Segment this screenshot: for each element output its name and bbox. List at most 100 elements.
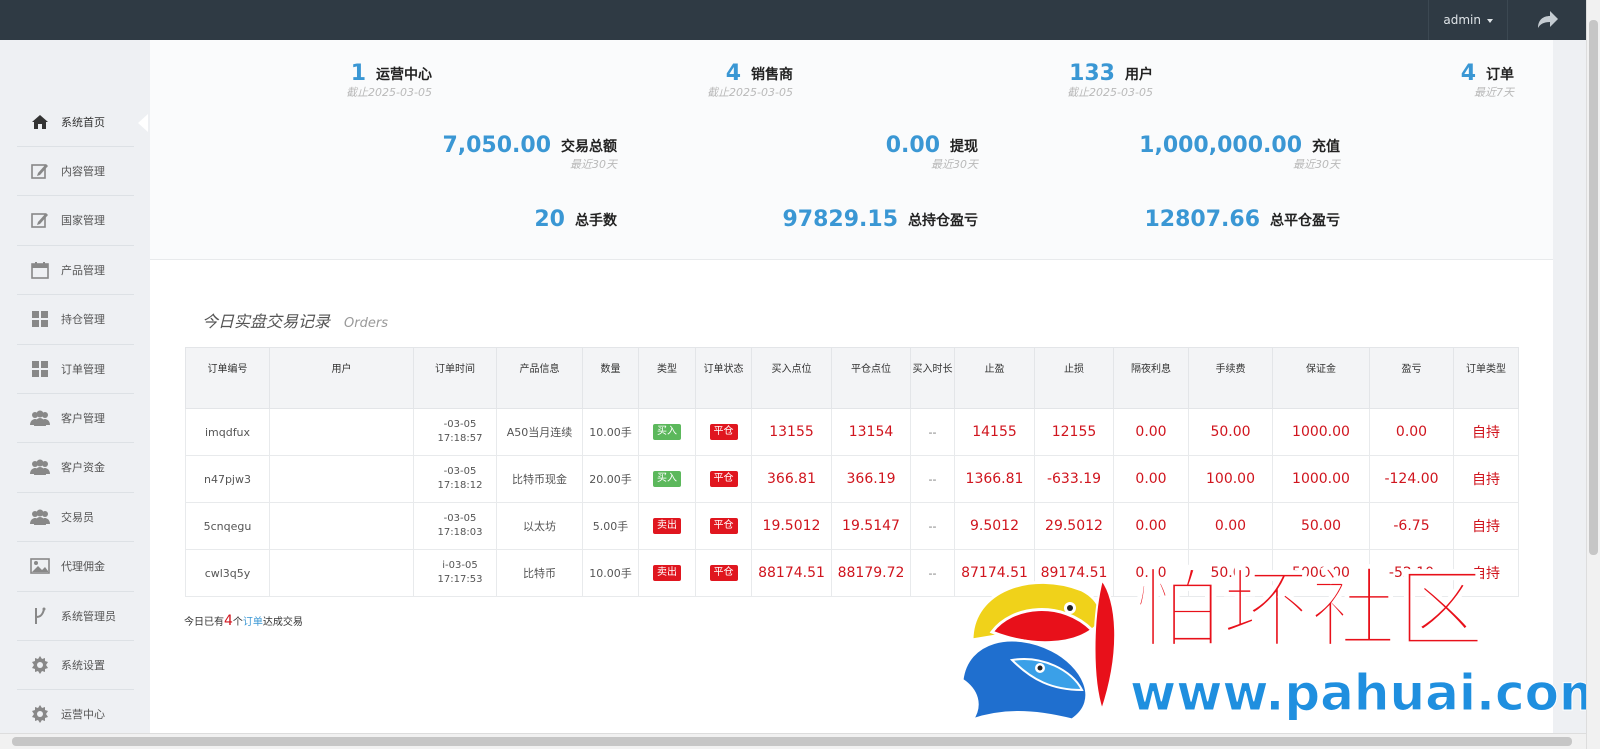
- sidebar-item-label: 国家管理: [61, 214, 105, 228]
- stat-subtitle: 最近30天: [570, 158, 617, 171]
- stat-value: 20: [534, 207, 565, 232]
- summary-suffix: 达成交易: [262, 617, 303, 628]
- stat-value: 4: [725, 61, 741, 86]
- stats-panel: 1 运营中心 截止2025-03-05 4 销售商 截止2025-03-05 133…: [150, 40, 1553, 260]
- table-header-row: 订单编号 用户 订单时间 产品信息 数量 类型 订单状态 买入点位 平仓点位 买入时长 止盈 止损 隔夜…: [185, 347, 1519, 409]
- vertical-scrollbar[interactable]: [1586, 0, 1600, 749]
- cell-stop-loss: 29.5012: [1034, 502, 1114, 550]
- order-time: 17:18:03: [437, 527, 483, 538]
- stat-closed-pnl: 12807.66 总平仓盈亏: [1144, 207, 1340, 232]
- cell-order-time: -03-05 17:18:57: [413, 408, 497, 456]
- stat-value: 1,000,000.00: [1139, 133, 1302, 158]
- order-time: 17:18:57: [437, 433, 483, 444]
- stat-value: 1: [350, 61, 366, 86]
- cell-order-id: n47pjw3: [185, 455, 270, 503]
- edit-icon: [29, 161, 51, 181]
- sidebar-item[interactable]: 客户资金: [17, 443, 134, 493]
- stat-subtitle: 最近30天: [1293, 158, 1340, 171]
- cell-type: 买入: [638, 455, 696, 503]
- column-header: 产品信息: [496, 347, 583, 409]
- gear-icon: [29, 704, 51, 724]
- vertical-scroll-thumb[interactable]: [1589, 20, 1598, 555]
- stat-operation-center: 1 运营中心 截止2025-03-05: [346, 61, 432, 100]
- stat-subtitle: 最近30天: [931, 158, 978, 171]
- cell-order-type: 自持: [1453, 502, 1519, 550]
- cell-pnl: 0.00: [1369, 408, 1454, 456]
- column-header: 手续费: [1188, 347, 1273, 409]
- column-header: 数量: [582, 347, 639, 409]
- cell-order-id: 5cnqegu: [185, 502, 270, 550]
- column-header: 类型: [638, 347, 696, 409]
- fork-icon: [29, 606, 51, 626]
- horizontal-scroll-thumb[interactable]: [12, 737, 1572, 746]
- cell-user: [269, 408, 414, 456]
- active-nav-pointer: [138, 114, 148, 132]
- sidebar-item-label: 系统首页: [61, 115, 105, 129]
- summary-count: 4: [224, 613, 233, 629]
- sidebar-item[interactable]: 交易员: [17, 492, 134, 543]
- order-date: -03-05: [443, 466, 477, 477]
- cell-order-type: 自持: [1453, 455, 1519, 503]
- type-badge: 买入: [653, 424, 681, 440]
- sidebar: 系统首页 内容管理 国家管理 产品管理 持仓管理 订单管理 客户管理 客户资金 交易员 代理佣金系…: [0, 40, 150, 740]
- table-row[interactable]: n47pjw3 -03-05 17:18:12 比特币现金 20.00手 买入 平仓 366.…: [185, 455, 1519, 503]
- sidebar-item[interactable]: 国家管理: [17, 196, 134, 246]
- grid-icon: [29, 359, 51, 379]
- grid-icon: [29, 309, 51, 329]
- orders-title-en: Orders: [344, 316, 388, 331]
- sidebar-item[interactable]: 代理佣金: [17, 542, 134, 592]
- cell-fee: 100.00: [1188, 455, 1273, 503]
- sidebar-item[interactable]: 系统设置: [17, 640, 134, 691]
- cell-margin: 1000.00: [1272, 408, 1370, 456]
- summary-mid: 个: [232, 617, 243, 628]
- cell-quantity: 20.00手: [582, 455, 639, 503]
- stat-subtitle: 截止2025-03-05: [346, 86, 432, 99]
- user-menu[interactable]: admin: [1428, 0, 1508, 40]
- cell-type: 卖出: [638, 549, 696, 597]
- table-row[interactable]: imqdfux -03-05 17:18:57 A50当月连续 10.00手 买入 平仓 13…: [185, 408, 1519, 456]
- orders-title: 今日实盘交易记录: [202, 312, 331, 331]
- status-badge: 平仓: [709, 471, 738, 487]
- stat-label: 交易总额: [561, 138, 617, 155]
- cell-order-time: -03-05 17:18:03: [413, 502, 497, 550]
- stat-label: 总持仓盈亏: [908, 212, 978, 229]
- users-icon: [29, 507, 51, 527]
- cell-margin: 1000.00: [1272, 455, 1370, 503]
- cell-close-price: 19.5147: [831, 502, 911, 550]
- order-time: 17:18:12: [437, 480, 483, 491]
- horizontal-scrollbar[interactable]: [0, 733, 1586, 749]
- cell-order-id: cwl3q5y: [185, 549, 270, 597]
- column-header: 盈亏: [1369, 347, 1454, 409]
- sidebar-item-label: 持仓管理: [61, 313, 105, 327]
- cell-type: 卖出: [638, 502, 696, 550]
- cell-buy-price: 88174.51: [751, 549, 832, 597]
- summary-prefix: 今日已有: [184, 617, 224, 628]
- sidebar-item[interactable]: 系统首页: [17, 97, 134, 147]
- cell-buy-price: 366.81: [751, 455, 832, 503]
- stat-position-pnl: 97829.15 总持仓盈亏: [782, 207, 978, 232]
- logout-arrow-icon[interactable]: [1534, 8, 1560, 32]
- order-date: -03-05: [443, 419, 477, 430]
- sidebar-item[interactable]: 产品管理: [17, 245, 134, 296]
- sidebar-item[interactable]: 系统管理员: [17, 591, 134, 641]
- fish-logo-icon: [960, 577, 1117, 723]
- sidebar-item[interactable]: 订单管理: [17, 344, 134, 394]
- cell-close-price: 88179.72: [831, 549, 911, 597]
- order-date: -03-05: [443, 513, 477, 524]
- stat-label: 订单: [1486, 66, 1514, 83]
- sidebar-item[interactable]: 客户管理: [17, 393, 134, 444]
- cell-status: 平仓: [695, 408, 752, 456]
- stat-label: 总平仓盈亏: [1270, 212, 1340, 229]
- cell-duration: --: [910, 455, 955, 503]
- order-date: i-03-05: [442, 560, 478, 571]
- cell-product: A50当月连续: [496, 408, 583, 456]
- cell-order-time: -03-05 17:18:12: [413, 455, 497, 503]
- sidebar-item[interactable]: 持仓管理: [17, 295, 134, 345]
- table-row[interactable]: 5cnqegu -03-05 17:18:03 以太坊 5.00手 卖出 平仓 19.5012…: [185, 502, 1519, 550]
- summary-orders-link[interactable]: 订单: [243, 617, 263, 628]
- sidebar-item[interactable]: 内容管理: [17, 146, 134, 197]
- cell-user: [269, 502, 414, 550]
- cell-duration: --: [910, 408, 955, 456]
- column-header: 订单类型: [1453, 347, 1519, 409]
- column-header: 买入时长: [910, 347, 955, 409]
